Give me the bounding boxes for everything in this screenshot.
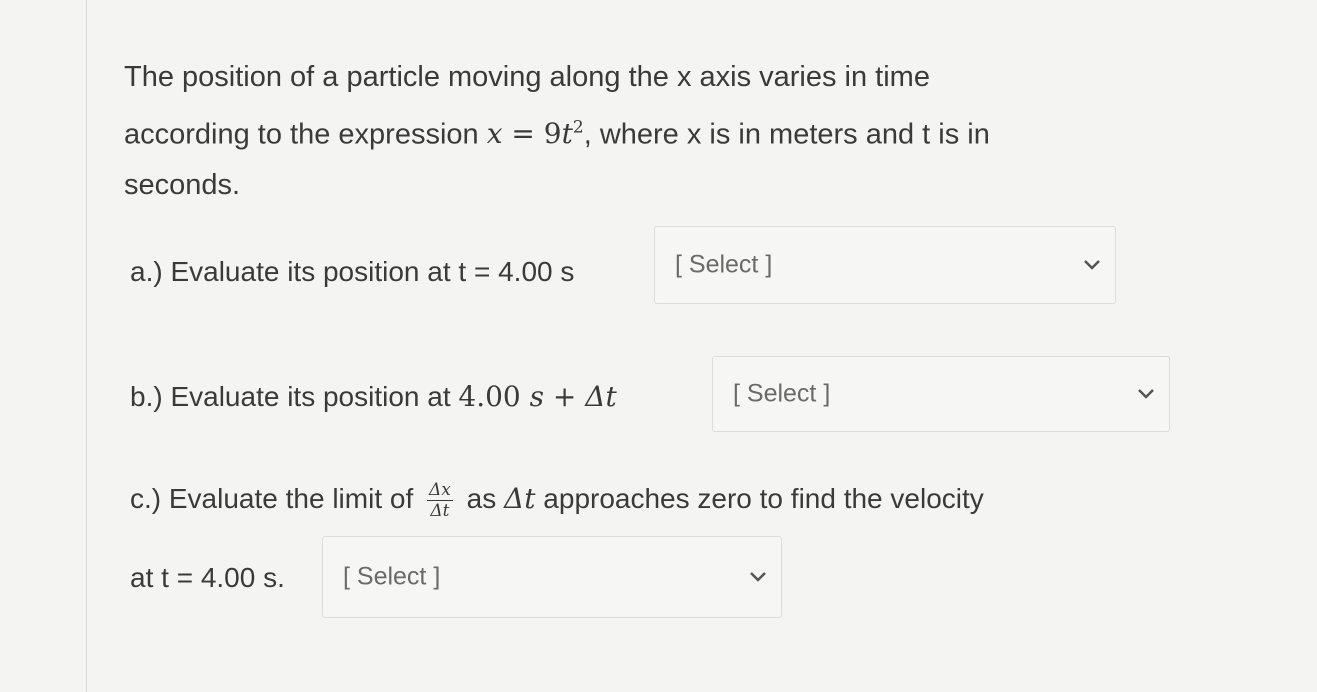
part-c-label-post: approaches zero to find the velocity: [535, 482, 984, 514]
chevron-down-icon: [1138, 389, 1154, 399]
question-line-2-pre: according to the expression: [124, 118, 487, 151]
part-b-math: 4.00 s + Δt: [458, 380, 616, 413]
question-line-1: The position of a particle moving along …: [124, 61, 930, 93]
part-b-select-placeholder: [ Select ]: [733, 379, 831, 408]
expression-power: 2: [572, 118, 584, 138]
part-c-select-placeholder: [ Select ]: [343, 562, 441, 591]
part-b-math-delta: Δt: [585, 380, 617, 413]
part-b-math-s: s: [529, 380, 545, 413]
expression-x: x: [486, 117, 503, 151]
expression: x = 9t2: [487, 117, 584, 150]
part-c-fraction-denominator: Δt: [430, 501, 450, 521]
part-a-select[interactable]: [ Select ]: [654, 226, 1116, 304]
question-line-2: according to the expression x = 9t2, whe…: [124, 103, 1174, 160]
expression-coefficient: 9: [543, 117, 562, 151]
part-a-label: a.) Evaluate its position at t = 4.00 s: [130, 256, 575, 287]
part-a-select-placeholder: [ Select ]: [675, 250, 773, 279]
question-line-2-post: , where x is in meters and t is in: [583, 118, 990, 151]
expression-equals: =: [502, 117, 544, 151]
quiz-page: The position of a particle moving along …: [0, 0, 1317, 692]
expression-t: t: [561, 117, 573, 151]
part-b-label: b.) Evaluate its position at 4.00 s + Δt: [130, 380, 617, 413]
part-c-select[interactable]: [ Select ]: [322, 536, 782, 618]
part-c-label-line-2: at t = 4.00 s.: [130, 562, 285, 593]
part-b-label-pre: b.) Evaluate its position at: [130, 381, 459, 412]
chevron-down-icon: [1084, 260, 1100, 270]
part-c-fraction-numerator: Δx: [427, 480, 453, 501]
part-c-fraction: Δx Δt: [427, 480, 453, 521]
content-left-border: [86, 0, 87, 692]
part-c-label-pre: c.) Evaluate the limit of: [130, 482, 422, 514]
part-c-label-mid: as: [458, 482, 505, 514]
part-b-math-plus: +: [544, 380, 586, 413]
part-c-label: c.) Evaluate the limit of Δx Δt as Δt app…: [130, 480, 984, 521]
part-b-select[interactable]: [ Select ]: [712, 356, 1170, 432]
chevron-down-icon: [750, 572, 766, 582]
part-c-math-delta: Δt: [504, 481, 536, 515]
question-line-3: seconds.: [124, 169, 241, 202]
part-b-math-value: 4.00: [458, 380, 530, 413]
question-text: The position of a particle moving along …: [124, 52, 1174, 211]
